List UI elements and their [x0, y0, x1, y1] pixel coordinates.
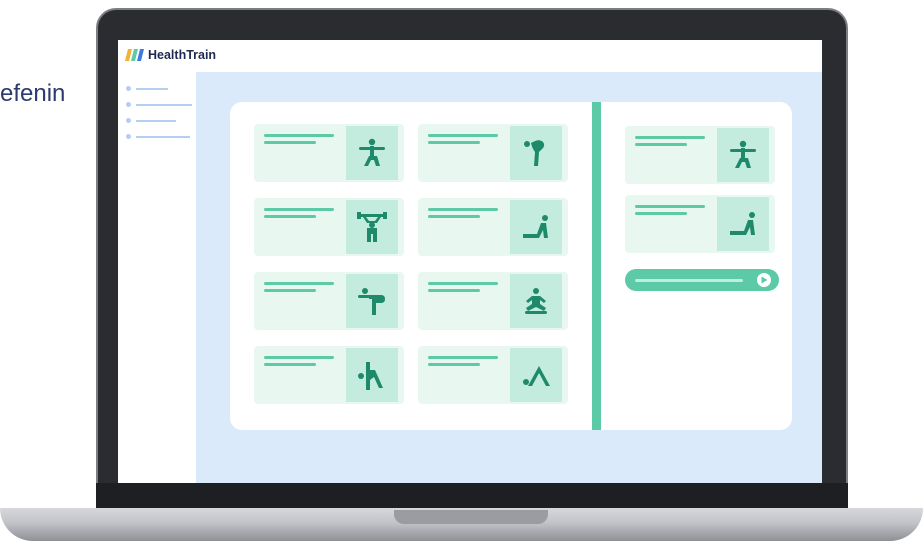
exercise-card[interactable] — [254, 198, 404, 256]
warrior-pose-icon — [717, 128, 769, 182]
play-bar-track — [635, 279, 743, 282]
bullet-dot-icon — [126, 86, 131, 91]
sidebar-item-label — [136, 87, 168, 90]
push-up-icon — [346, 348, 398, 402]
app-header: HealthTrain — [118, 40, 822, 72]
sidebar-item-label — [136, 119, 176, 122]
sidebar-item[interactable] — [126, 86, 168, 91]
exercise-card[interactable] — [418, 124, 568, 182]
exercise-card[interactable] — [254, 272, 404, 330]
workout-panel — [230, 102, 792, 430]
kick-stretch-icon — [510, 126, 562, 180]
panel-divider — [592, 102, 601, 430]
sidebar-item-label — [136, 103, 192, 106]
main-content — [196, 72, 822, 483]
bullet-dot-icon — [126, 102, 131, 107]
laptop-screen: HealthTrain — [118, 40, 822, 483]
exercise-card[interactable] — [254, 124, 404, 182]
sidebar-item[interactable] — [126, 102, 192, 107]
app-name: HealthTrain — [148, 48, 217, 62]
workout-play-bar[interactable] — [625, 269, 779, 291]
exercise-card[interactable] — [418, 198, 568, 256]
exercise-card[interactable] — [254, 346, 404, 404]
sidebar-item[interactable] — [126, 118, 176, 123]
laptop-hinge — [96, 483, 848, 511]
floor-stretch-icon — [717, 197, 769, 251]
meditation-icon — [510, 274, 562, 328]
sidebar-item-label — [136, 135, 190, 138]
sidebar — [118, 72, 196, 483]
standing-stretch-icon — [346, 274, 398, 328]
exercise-card[interactable] — [418, 346, 568, 404]
floor-stretch-icon — [510, 200, 562, 254]
app-logo[interactable]: HealthTrain — [124, 47, 216, 63]
downward-dog-icon — [510, 348, 562, 402]
background-caption: efenin — [0, 80, 66, 107]
logo-mark-icon — [124, 47, 144, 63]
warrior-pose-icon — [346, 126, 398, 180]
selected-exercise-card[interactable] — [625, 195, 775, 253]
laptop-notch — [394, 510, 548, 524]
weightlifting-icon — [346, 200, 398, 254]
play-icon[interactable] — [757, 273, 771, 287]
selected-exercise-card[interactable] — [625, 126, 775, 184]
sidebar-item[interactable] — [126, 134, 190, 139]
exercise-card[interactable] — [418, 272, 568, 330]
bullet-dot-icon — [126, 118, 131, 123]
bullet-dot-icon — [126, 134, 131, 139]
